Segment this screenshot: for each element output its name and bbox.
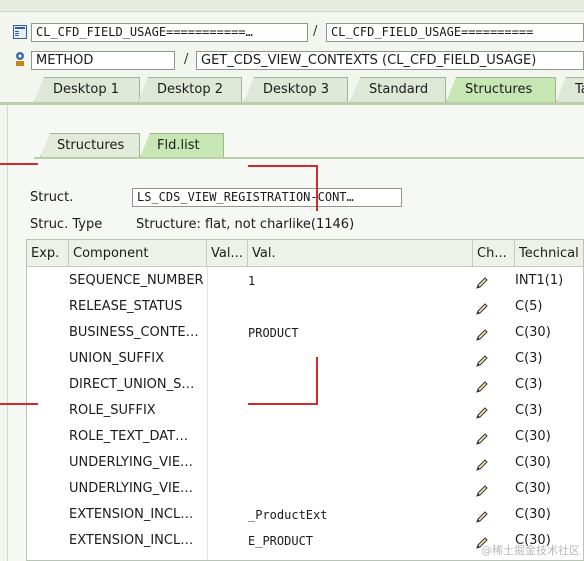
field-list-grid: Exp. Component Val... Val. Ch... Technic…: [26, 239, 584, 561]
type-field[interactable]: METHOD: [31, 51, 175, 70]
tab-standard[interactable]: Standard: [350, 77, 446, 102]
technical-cell: INT1(1): [515, 273, 564, 288]
object-path-field-2[interactable]: CL_CFD_FIELD_USAGE==========: [326, 23, 584, 42]
pencil-icon[interactable]: [475, 398, 495, 424]
value-cell[interactable]: 1: [248, 268, 468, 294]
col-changeable[interactable]: Ch...: [473, 240, 515, 267]
value-cell[interactable]: [248, 424, 468, 450]
annotation-line: [316, 165, 318, 211]
value-cell[interactable]: [248, 476, 468, 502]
struct-type-value: Structure: flat, not charlike(1146): [136, 217, 355, 232]
pencil-icon[interactable]: [475, 424, 495, 450]
component-cell: UNDERLYING_VIE…: [69, 455, 194, 470]
document-icon[interactable]: [13, 25, 27, 39]
path-separator: /: [313, 24, 318, 39]
table-row[interactable]: BUSINESS_CONTE… PRODUCT C(30): [27, 320, 583, 346]
value-cell[interactable]: [248, 346, 468, 372]
technical-cell: C(5): [515, 299, 543, 314]
table-row[interactable]: SEQUENCE_NUMBER 1 INT1(1): [27, 268, 583, 294]
pencil-icon[interactable]: [475, 320, 495, 346]
pencil-icon[interactable]: [475, 294, 495, 320]
sub-tab-underline: [34, 157, 584, 159]
table-row[interactable]: UNDERLYING_VIE… C(30): [27, 476, 583, 502]
tab-desktop-2[interactable]: Desktop 2: [138, 77, 242, 102]
component-cell: ROLE_TEXT_DAT…: [69, 429, 189, 444]
subtab-structures[interactable]: Structures: [40, 133, 140, 157]
component-cell: DIRECT_UNION_S…: [69, 377, 195, 392]
annotation-line: [248, 165, 318, 167]
annotation-line: [0, 403, 38, 405]
toolbar-strip: [0, 0, 584, 12]
component-cell: BUSINESS_CONTE…: [69, 325, 199, 340]
annotation-line: [316, 357, 318, 405]
pencil-icon[interactable]: [475, 476, 495, 502]
value-cell[interactable]: E_PRODUCT: [248, 528, 468, 554]
component-cell: EXTENSION_INCL…: [69, 533, 194, 548]
table-row[interactable]: EXTENSION_INCL… _ProductExt C(30): [27, 502, 583, 528]
annotation-line: [248, 403, 318, 405]
table-row[interactable]: RELEASE_STATUS C(5): [27, 294, 583, 320]
struct-label: Struct.: [30, 190, 74, 205]
col-component[interactable]: Component: [69, 240, 207, 267]
technical-cell: C(30): [515, 429, 551, 444]
component-cell: ROLE_SUFFIX: [69, 403, 156, 418]
technical-cell: C(30): [515, 325, 551, 340]
pencil-icon[interactable]: [475, 268, 495, 294]
path-separator-2: /: [184, 52, 189, 67]
value-cell[interactable]: [248, 450, 468, 476]
value-cell[interactable]: PRODUCT: [248, 320, 468, 346]
pencil-icon[interactable]: [475, 346, 495, 372]
table-row[interactable]: ROLE_TEXT_DAT… C(30): [27, 424, 583, 450]
col-technical[interactable]: Technical: [515, 240, 583, 267]
tab-structures[interactable]: Structures: [446, 77, 556, 102]
tab-desktop-3[interactable]: Desktop 3: [244, 77, 348, 102]
component-cell: RELEASE_STATUS: [69, 299, 183, 314]
table-row[interactable]: DIRECT_UNION_S… C(3): [27, 372, 583, 398]
watermark: @稀土掘金技术社区: [481, 544, 580, 557]
table-row[interactable]: ROLE_SUFFIX C(3): [27, 398, 583, 424]
grid-header: Exp. Component Val... Val. Ch... Technic…: [27, 240, 583, 267]
table-row[interactable]: UNION_SUFFIX C(3): [27, 346, 583, 372]
method-field[interactable]: GET_CDS_VIEW_CONTEXTS (CL_CFD_FIELD_USAG…: [196, 51, 584, 70]
method-gear-icon: [16, 52, 24, 66]
pencil-icon[interactable]: [475, 502, 495, 528]
technical-cell: C(30): [515, 481, 551, 496]
sub-tab-bar: Structures Fld.list: [34, 133, 584, 158]
object-path-field[interactable]: CL_CFD_FIELD_USAGE===========…: [31, 23, 308, 42]
value-cell[interactable]: [248, 294, 468, 320]
value-cell[interactable]: _ProductExt: [248, 502, 468, 528]
value-cell[interactable]: [248, 398, 468, 424]
component-cell: UNDERLYING_VIE…: [69, 481, 194, 496]
technical-cell: C(3): [515, 377, 543, 392]
col-exp[interactable]: Exp.: [27, 240, 69, 267]
subtab-fld-list[interactable]: Fld.list: [140, 133, 224, 157]
col-val-short[interactable]: Val...: [207, 240, 248, 267]
component-cell: SEQUENCE_NUMBER: [69, 273, 204, 288]
technical-cell: C(3): [515, 351, 543, 366]
struct-field[interactable]: LS_CDS_VIEW_REGISTRATION-CONT…: [132, 188, 402, 207]
annotation-line: [0, 163, 38, 165]
col-val[interactable]: Val.: [248, 240, 473, 267]
pencil-icon[interactable]: [475, 372, 495, 398]
value-cell[interactable]: [248, 372, 468, 398]
component-cell: EXTENSION_INCL…: [69, 507, 194, 522]
component-cell: UNION_SUFFIX: [69, 351, 164, 366]
struct-type-label: Struc. Type: [30, 217, 103, 232]
table-row[interactable]: UNDERLYING_VIE… C(30): [27, 450, 583, 476]
pencil-icon[interactable]: [475, 450, 495, 476]
technical-cell: C(30): [515, 507, 551, 522]
technical-cell: C(30): [515, 455, 551, 470]
main-tab-bar: Desktop 1 Desktop 2 Desktop 3 Standard S…: [0, 77, 584, 104]
tab-truncated[interactable]: Ta: [556, 77, 584, 102]
tab-underline: [0, 102, 584, 105]
tab-desktop-1[interactable]: Desktop 1: [34, 77, 140, 102]
technical-cell: C(3): [515, 403, 543, 418]
